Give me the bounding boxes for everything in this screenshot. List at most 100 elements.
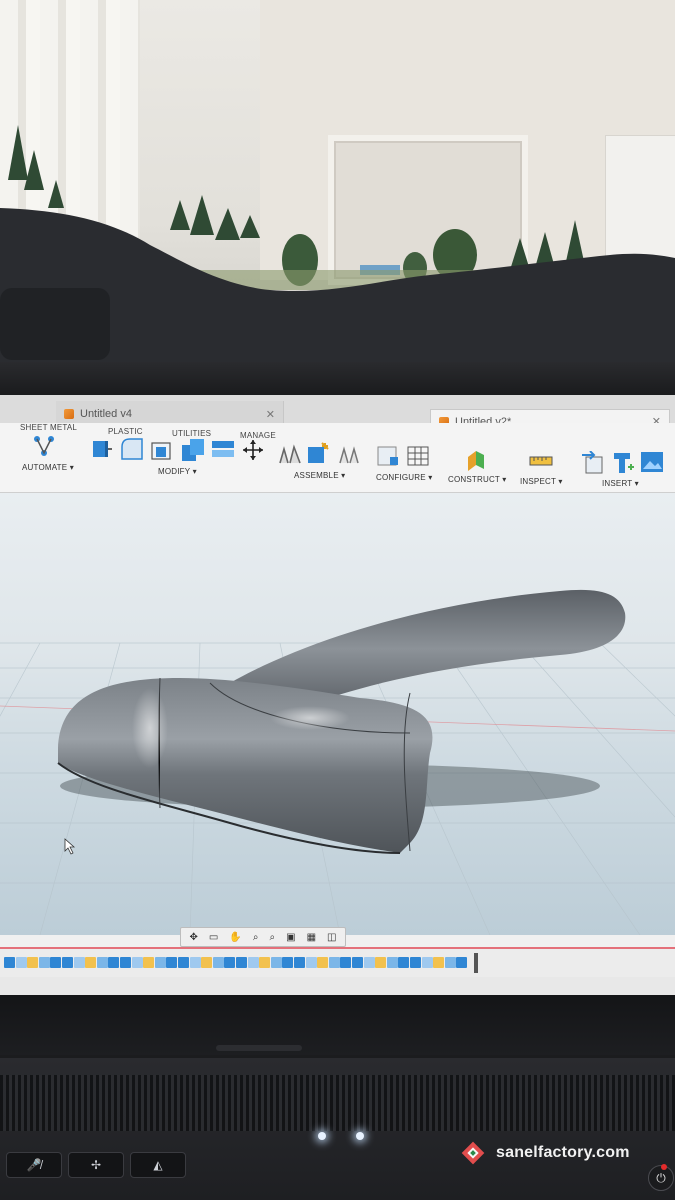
navigation-bar: ✥ ▭ ✋ ⌕ ⌕ ▣ ▦ ◫ <box>180 927 346 947</box>
timeline-feature-icon[interactable] <box>236 957 247 968</box>
document-cube-icon <box>64 409 74 419</box>
timeline-feature-icon[interactable] <box>166 957 178 968</box>
timeline-feature-icon[interactable] <box>96 957 108 968</box>
status-led <box>356 1132 364 1140</box>
group-configure[interactable]: CONFIGURE ▾ <box>376 473 432 482</box>
new-component-icon[interactable] <box>306 441 330 465</box>
timeline-feature-icon[interactable] <box>282 957 294 968</box>
tab-sheet-metal[interactable]: SHEET METAL <box>20 423 77 432</box>
timeline-feature-icon[interactable] <box>15 957 27 968</box>
timeline-feature-icon[interactable] <box>27 957 39 968</box>
move-copy-icon[interactable] <box>242 439 264 461</box>
timeline-feature-icon[interactable] <box>189 957 201 968</box>
timeline-feature-icon[interactable] <box>328 957 340 968</box>
watermark-logo-icon <box>461 1141 485 1165</box>
timeline-feature-icon[interactable] <box>340 957 352 968</box>
configure-grid-icon[interactable] <box>406 445 430 467</box>
key-fan[interactable]: ✢ <box>68 1152 124 1178</box>
tab-label: Untitled v4 <box>80 408 132 420</box>
timeline-feature-icon[interactable] <box>398 957 410 968</box>
rog-logo-icon: ◭ <box>153 1158 163 1172</box>
layout-silhouette <box>0 208 675 370</box>
screen-bezel <box>0 995 675 1055</box>
status-led <box>318 1132 326 1140</box>
timeline-feature-icon[interactable] <box>444 957 456 968</box>
timeline-feature-icon[interactable] <box>224 957 236 968</box>
configure-table-icon[interactable] <box>376 445 400 467</box>
automate-icon[interactable] <box>32 435 56 457</box>
timeline-feature-icon[interactable] <box>352 957 363 968</box>
timeline-feature-icon[interactable] <box>294 957 305 968</box>
power-led <box>661 1164 667 1170</box>
timeline-feature-icon[interactable] <box>363 957 375 968</box>
hinge-bar <box>216 1045 302 1051</box>
timeline-feature-icon[interactable] <box>305 957 317 968</box>
timeline-feature-icon[interactable] <box>178 957 189 968</box>
timeline-feature-icon[interactable] <box>38 957 50 968</box>
timeline-feature-icon[interactable] <box>375 957 387 968</box>
timeline-feature-icon[interactable] <box>143 957 155 968</box>
display-settings-icon[interactable]: ▣ <box>286 932 295 943</box>
look-at-icon[interactable]: ▭ <box>209 932 218 943</box>
viewports-icon[interactable]: ◫ <box>327 932 336 943</box>
insert-derive-icon[interactable] <box>580 451 604 475</box>
close-icon[interactable]: ✕ <box>266 408 275 421</box>
key-rog[interactable]: ◭ <box>130 1152 186 1178</box>
timeline-feature-icon[interactable] <box>201 957 213 968</box>
tab-plastic[interactable]: PLASTIC <box>108 427 143 436</box>
status-strip <box>0 977 675 995</box>
insert-canvas-icon[interactable] <box>640 451 664 473</box>
timeline-feature-icon[interactable] <box>120 957 131 968</box>
timeline-feature-icon[interactable] <box>154 957 166 968</box>
timeline-feature-icon[interactable] <box>73 957 85 968</box>
timeline-feature-icon[interactable] <box>410 957 421 968</box>
group-assemble[interactable]: ASSEMBLE ▾ <box>294 471 345 480</box>
3d-viewport[interactable] <box>0 493 675 935</box>
measure-icon[interactable] <box>528 451 554 471</box>
press-pull-icon[interactable] <box>90 437 112 461</box>
group-inspect[interactable]: INSPECT ▾ <box>520 477 563 486</box>
combine-icon[interactable] <box>180 437 206 463</box>
timeline-feature-icon[interactable] <box>4 957 15 968</box>
joint-icon[interactable] <box>278 443 302 465</box>
timeline-feature-icon[interactable] <box>386 957 398 968</box>
timeline-feature-icon[interactable] <box>62 957 73 968</box>
as-built-joint-icon[interactable] <box>338 443 360 465</box>
group-construct[interactable]: CONSTRUCT ▾ <box>448 475 507 484</box>
timeline-feature-icon[interactable] <box>131 957 143 968</box>
pan-icon[interactable]: ✋ <box>229 932 241 943</box>
timeline-feature-icon[interactable] <box>433 957 445 968</box>
insert-mcmaster-icon[interactable] <box>612 451 634 475</box>
timeline-feature-icon[interactable] <box>270 957 282 968</box>
fusion-window: Untitled v4 ✕ Untitled v2* ✕ SHEET METAL… <box>0 395 675 995</box>
timeline-feature-icon[interactable] <box>247 957 259 968</box>
timeline-feature-icon[interactable] <box>212 957 224 968</box>
shell-icon[interactable] <box>150 439 174 461</box>
timeline-feature-icon[interactable] <box>108 957 120 968</box>
ribbon-toolbar: SHEET METAL PLASTIC UTILITIES MANAGE AUT… <box>0 423 675 493</box>
group-automate[interactable]: AUTOMATE ▾ <box>22 463 74 472</box>
timeline-feature-icon[interactable] <box>421 957 433 968</box>
key-mute-mic[interactable]: 🎤̸ <box>6 1152 62 1178</box>
timeline-feature-icon[interactable] <box>456 957 468 968</box>
timeline-feature-icon[interactable] <box>317 957 329 968</box>
timeline-marker[interactable] <box>474 953 478 973</box>
mouse-cursor <box>64 838 76 855</box>
timeline-feature-icon[interactable] <box>85 957 97 968</box>
mic-off-icon: 🎤̸ <box>26 1158 42 1172</box>
group-modify[interactable]: MODIFY ▾ <box>158 467 197 476</box>
offset-plane-icon[interactable] <box>464 449 488 473</box>
design-timeline <box>0 947 675 977</box>
timeline-feature-icon[interactable] <box>50 957 62 968</box>
fit-icon[interactable]: ⌕ <box>269 932 275 943</box>
offset-face-icon[interactable] <box>210 439 236 461</box>
watermark-text: sanelfactory.com <box>496 1144 630 1161</box>
power-button[interactable]: ⏻ <box>648 1164 674 1191</box>
group-insert[interactable]: INSERT ▾ <box>602 479 639 488</box>
timeline-feature-icon[interactable] <box>259 957 271 968</box>
orbit-icon[interactable]: ✥ <box>190 932 198 943</box>
grid-settings-icon[interactable]: ▦ <box>307 932 316 943</box>
zoom-icon[interactable]: ⌕ <box>253 932 259 943</box>
fillet-icon[interactable] <box>120 437 144 461</box>
viewport-scene <box>0 589 675 935</box>
